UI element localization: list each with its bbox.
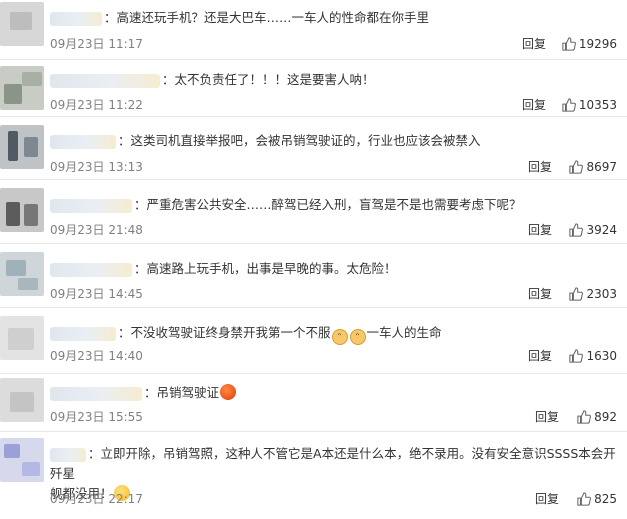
username[interactable] xyxy=(50,11,102,26)
like-button[interactable]: 19296 xyxy=(562,34,617,54)
comment-time: 09月23日 15:55 xyxy=(50,410,143,424)
comment-text-part2: 一车人的生命 xyxy=(366,325,442,340)
comment-text: 高速还玩手机？还是大巴车……一车人的性命都在你手里 xyxy=(116,10,430,25)
comment-text: 严重危害公共安全……醉驾已经入刑，盲驾是不是也需要考虑下呢？ xyxy=(146,197,522,212)
like-count: 19296 xyxy=(578,37,617,51)
comment-time: 09月23日 13:13 xyxy=(50,160,143,174)
like-count: 2303 xyxy=(586,287,617,301)
comment-item: ：这类司机直接举报吧，会被吊销驾驶证的，行业也应该会被禁入 09月23日 13:… xyxy=(0,117,627,180)
username[interactable] xyxy=(50,386,142,401)
like-count: 8697 xyxy=(586,160,617,174)
thumbs-up-icon xyxy=(577,410,592,424)
cat-face-icon: ᵔ xyxy=(331,329,348,345)
like-button[interactable]: 8697 xyxy=(569,157,617,177)
thumbs-up-icon xyxy=(569,160,584,174)
comment-text: 这类司机直接举报吧，会被吊销驾驶证的，行业也应该会被禁入 xyxy=(130,133,481,148)
reply-button[interactable]: 回复 xyxy=(528,346,552,366)
avatar[interactable] xyxy=(0,125,44,169)
like-button[interactable]: 10353 xyxy=(562,95,617,115)
comment-item: ：太不负责任了！！！这是要害人呐！ 09月23日 11:22 回复 10353 xyxy=(0,60,627,117)
username[interactable] xyxy=(50,198,132,213)
comment-item: ：立即开除，吊销驾照，这种人不管它是A本还是什么本，绝不录用。没有安全意识SSS… xyxy=(0,432,627,519)
like-count: 3924 xyxy=(586,223,617,237)
avatar[interactable] xyxy=(0,188,44,232)
thumbs-up-icon xyxy=(569,287,584,301)
avatar[interactable] xyxy=(0,438,44,482)
username-separator: ： xyxy=(88,446,101,461)
avatar[interactable] xyxy=(0,2,44,46)
avatar[interactable] xyxy=(0,378,44,422)
comment-item: ：高速还玩手机？还是大巴车……一车人的性命都在你手里 09月23日 11:17 … xyxy=(0,0,627,60)
like-button[interactable]: 2303 xyxy=(569,284,617,304)
username[interactable] xyxy=(50,262,132,277)
comment-item: ：严重危害公共安全……醉驾已经入刑，盲驾是不是也需要考虑下呢？ 09月23日 2… xyxy=(0,180,627,244)
comment-time: 09月23日 11:22 xyxy=(50,98,143,112)
username-separator: ： xyxy=(118,133,131,148)
username[interactable] xyxy=(50,326,116,341)
username-separator: ： xyxy=(162,72,175,87)
username-separator: ： xyxy=(144,385,157,400)
avatar[interactable] xyxy=(0,66,44,110)
comment-time: 09月23日 21:48 xyxy=(50,223,143,237)
comment-time: 09月23日 14:45 xyxy=(50,287,143,301)
thumbs-up-icon xyxy=(562,37,576,51)
comment-text: 太不负责任了！！！这是要害人呐！ xyxy=(174,72,375,87)
like-count: 892 xyxy=(594,410,617,424)
username-separator: ： xyxy=(118,325,131,340)
reply-button[interactable]: 回复 xyxy=(522,95,546,115)
thumbs-up-icon xyxy=(577,492,592,506)
username[interactable] xyxy=(50,447,86,462)
comment-list: ：高速还玩手机？还是大巴车……一车人的性命都在你手里 09月23日 11:17 … xyxy=(0,0,627,519)
like-count: 825 xyxy=(594,492,617,506)
comment-text: 吊销驾驶证 xyxy=(156,385,220,400)
thumbs-up-icon xyxy=(569,223,584,237)
avatar[interactable] xyxy=(0,252,44,296)
comment-time: 09月23日 11:17 xyxy=(50,37,143,51)
comment-time: 09月23日 22:17 xyxy=(50,492,143,506)
thumbs-up-icon xyxy=(562,98,576,112)
comment-text: 高速路上玩手机，出事是早晚的事。太危险！ xyxy=(146,261,397,276)
reply-button[interactable]: 回复 xyxy=(535,407,559,427)
comment-item: ：吊销驾驶证 09月23日 15:55 回复 892 xyxy=(0,374,627,432)
thumbs-up-icon xyxy=(569,349,584,363)
avatar[interactable] xyxy=(0,316,44,360)
like-button[interactable]: 892 xyxy=(577,407,617,427)
like-button[interactable]: 1630 xyxy=(569,346,617,366)
angry-face-icon xyxy=(220,384,237,400)
username[interactable] xyxy=(50,73,160,88)
reply-button[interactable]: 回复 xyxy=(522,34,546,54)
reply-button[interactable]: 回复 xyxy=(528,284,552,304)
like-button[interactable]: 3924 xyxy=(569,220,617,240)
reply-button[interactable]: 回复 xyxy=(528,220,552,240)
username-separator: ： xyxy=(104,10,117,25)
username-separator: ： xyxy=(134,261,147,276)
like-count: 1630 xyxy=(586,349,617,363)
comment-time: 09月23日 14:40 xyxy=(50,349,143,363)
like-count: 10353 xyxy=(578,98,617,112)
comment-item: ：高速路上玩手机，出事是早晚的事。太危险！ 09月23日 14:45 回复 23… xyxy=(0,244,627,308)
username[interactable] xyxy=(50,134,116,149)
comment-text-part1: 不没收驾驶证终身禁开我第一个不服 xyxy=(130,325,331,340)
cat-face-icon: ᵔ xyxy=(349,329,366,345)
reply-button[interactable]: 回复 xyxy=(528,157,552,177)
comment-text-line1: 立即开除，吊销驾照，这种人不管它是A本还是什么本，绝不录用。没有安全意识SSSS… xyxy=(50,446,616,481)
like-button[interactable]: 825 xyxy=(577,489,617,509)
username-separator: ： xyxy=(134,197,147,212)
reply-button[interactable]: 回复 xyxy=(535,489,559,509)
comment-item: ：不没收驾驶证终身禁开我第一个不服 ᵔ ᵔ 一车人的生命 09月23日 14:40 回… xyxy=(0,308,627,374)
